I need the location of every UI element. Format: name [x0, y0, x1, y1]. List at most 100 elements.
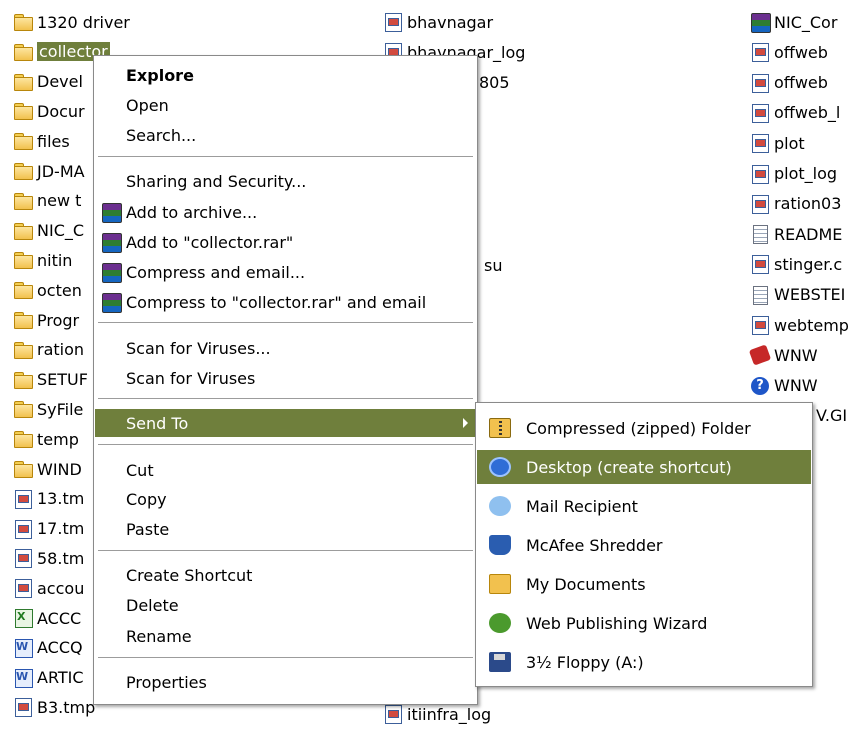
file-item[interactable]: ration — [13, 336, 84, 364]
folder-icon — [13, 250, 33, 270]
file-item[interactable]: 805 — [475, 68, 510, 96]
file-item[interactable]: ration03 — [750, 190, 841, 218]
sendto-desktop[interactable]: Desktop (create shortcut) — [477, 450, 811, 484]
menu-item-copy[interactable]: Copy — [95, 485, 476, 513]
file-item[interactable]: stinger.c — [750, 250, 842, 278]
file-item[interactable]: NIC_C — [13, 217, 84, 245]
menu-item-compress-email[interactable]: Compress and email... — [95, 258, 476, 286]
menu-item-scan-viruses[interactable]: Scan for Viruses — [95, 364, 476, 392]
file-item[interactable]: WNW — [750, 372, 818, 400]
file-item[interactable]: ACCQ — [13, 634, 83, 662]
menu-item-add-archive[interactable]: Add to archive... — [95, 198, 476, 226]
folder-icon — [13, 42, 33, 62]
menu-label: Compress to "collector.rar" and email — [126, 292, 427, 312]
folder-icon — [13, 310, 33, 330]
file-label: offweb_l — [774, 103, 841, 123]
sendto-my-documents[interactable]: My Documents — [477, 567, 811, 601]
menu-item-delete[interactable]: Delete — [95, 591, 476, 619]
folder-icon — [13, 340, 33, 360]
file-item[interactable]: offweb — [750, 38, 828, 66]
file-item[interactable]: su — [480, 251, 502, 279]
menu-item-scan-viruses-dots[interactable]: Scan for Viruses... — [95, 334, 476, 362]
sendto-mail-recipient[interactable]: Mail Recipient — [477, 489, 811, 523]
file-label: ARTIC — [37, 668, 84, 688]
menu-label: Search... — [126, 125, 197, 145]
file-item[interactable]: plot_log — [750, 160, 837, 188]
menu-item-sharing[interactable]: Sharing and Security... — [95, 167, 476, 195]
sendto-mcafee-shredder[interactable]: McAfee Shredder — [477, 528, 811, 562]
sendto-floppy[interactable]: 3½ Floppy (A:) — [477, 645, 811, 679]
menu-item-explore[interactable]: Explore — [95, 61, 476, 89]
file-label: Progr — [37, 310, 80, 330]
menu-item-rename[interactable]: Rename — [95, 622, 476, 650]
file-label: files — [37, 131, 70, 151]
menu-item-paste[interactable]: Paste — [95, 515, 476, 543]
floppy-icon — [489, 652, 511, 672]
folder-icon — [13, 161, 33, 181]
menu-item-open[interactable]: Open — [95, 91, 476, 119]
file-item[interactable]: WIND — [13, 455, 82, 483]
file-label: stinger.c — [774, 254, 843, 274]
menu-item-cut[interactable]: Cut — [95, 456, 476, 484]
file-item[interactable]: new t — [13, 187, 81, 215]
file-label: WEBSTEI — [774, 285, 846, 305]
menu-label: Delete — [126, 595, 179, 615]
folder-icon — [13, 399, 33, 419]
file-label: 13.tm — [37, 489, 85, 509]
file-item[interactable]: WNW — [750, 341, 818, 369]
file-item[interactable]: Progr — [13, 306, 79, 334]
menu-label: Rename — [126, 626, 192, 646]
menu-label: Scan for Viruses — [126, 368, 256, 388]
file-item[interactable]: 17.tm — [13, 515, 84, 543]
file-label: 58.tm — [37, 548, 85, 568]
sendto-web-publishing-wizard[interactable]: Web Publishing Wizard — [477, 606, 811, 640]
text-file-icon — [750, 224, 770, 245]
file-label: 805 — [479, 72, 510, 92]
file-item[interactable]: plot — [750, 129, 805, 157]
submenu-label: McAfee Shredder — [526, 535, 663, 555]
file-item[interactable]: SyFile — [13, 395, 83, 423]
excel-file-icon — [13, 608, 33, 628]
file-item[interactable]: bhavnagar — [383, 8, 493, 36]
file-item[interactable]: JD-MA — [13, 157, 85, 185]
file-item[interactable]: Docur — [13, 97, 85, 125]
file-label: SyFile — [37, 399, 84, 419]
file-label: ACCC — [37, 608, 82, 628]
file-item[interactable]: offweb — [750, 69, 828, 97]
menu-item-properties[interactable]: Properties — [95, 668, 476, 696]
file-item[interactable]: nitin — [13, 246, 72, 274]
file-label: offweb — [774, 42, 828, 62]
folder-icon — [13, 459, 33, 479]
file-item[interactable]: ARTIC — [13, 664, 84, 692]
file-item[interactable]: temp — [13, 425, 79, 453]
file-item[interactable]: WEBSTEI — [750, 281, 845, 309]
menu-item-send-to[interactable]: Send To — [95, 409, 476, 437]
file-item[interactable]: 1320 driver — [13, 8, 130, 36]
file-item[interactable]: NIC_Cor — [750, 8, 837, 36]
file-item[interactable]: accou — [13, 574, 84, 602]
folder-icon — [13, 191, 33, 211]
file-item[interactable]: B3.tmp — [13, 693, 95, 721]
file-item[interactable]: Devel — [13, 68, 83, 96]
file-item[interactable]: offweb_l — [750, 99, 840, 127]
file-item[interactable]: 58.tm — [13, 544, 84, 572]
file-item[interactable]: files — [13, 127, 70, 155]
submenu-label: Mail Recipient — [526, 496, 638, 516]
menu-item-add-rar[interactable]: Add to "collector.rar" — [95, 228, 476, 256]
file-label: itiinfra_log — [407, 704, 492, 724]
file-item[interactable]: ACCC — [13, 604, 81, 632]
sendto-compressed-folder[interactable]: Compressed (zipped) Folder — [477, 411, 811, 445]
file-label: B3.tmp — [37, 697, 96, 717]
file-item[interactable]: V.GI — [812, 402, 847, 430]
file-item[interactable]: SETUF — [13, 366, 88, 394]
menu-item-compress-rar-email[interactable]: Compress to "collector.rar" and email — [95, 288, 476, 316]
menu-item-create-shortcut[interactable]: Create Shortcut — [95, 561, 476, 589]
file-item[interactable]: README — [750, 220, 842, 248]
tmp-file-icon — [750, 194, 770, 214]
file-item[interactable]: octen — [13, 276, 82, 304]
tmp-file-icon — [750, 164, 770, 184]
file-item[interactable]: 13.tm — [13, 485, 84, 513]
file-item[interactable]: webtemp — [750, 311, 848, 339]
file-label: SETUF — [37, 370, 88, 390]
menu-item-search[interactable]: Search... — [95, 121, 476, 149]
